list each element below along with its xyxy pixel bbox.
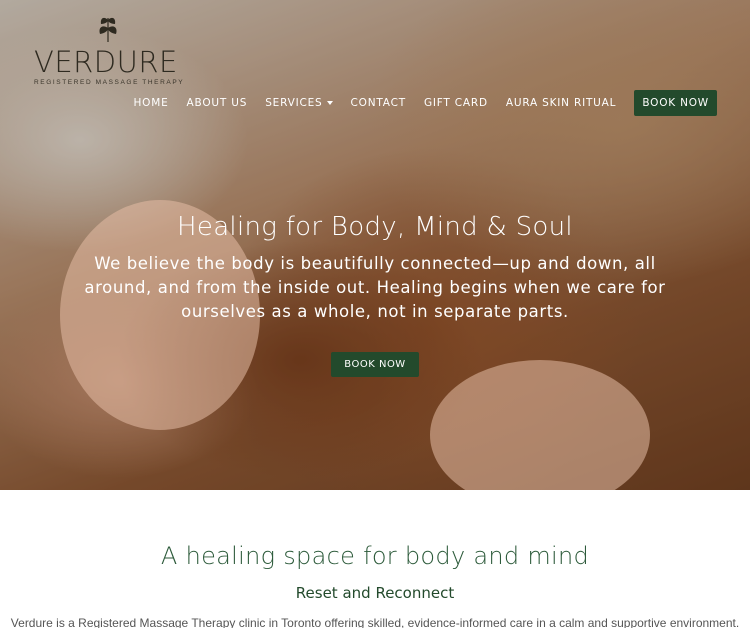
site-logo[interactable]: VERDURE Registered Massage Therapy [34,12,184,86]
nav-item-contact[interactable]: CONTACT [351,97,406,109]
hero-banner: VERDURE Registered Massage Therapy HOME … [0,0,750,490]
hero-content: Healing for Body, Mind & Soul We believe… [0,212,750,377]
nav-book-now-button[interactable]: BOOK NOW [634,90,717,116]
main-nav: HOME ABOUT US SERVICES CONTACT GIFT CARD… [115,90,717,116]
leaf-icon [99,17,117,43]
hero-book-now-button[interactable]: BOOK NOW [331,352,419,377]
hero-description: We believe the body is beautifully conne… [84,254,666,321]
logo-wordmark: VERDURE [34,45,178,79]
intro-section: A healing space for body and mind Reset … [0,490,750,628]
caret-down-icon [326,101,333,105]
nav-item-aura-skin-ritual[interactable]: AURA SKIN RITUAL [506,97,616,109]
nav-item-about-us[interactable]: ABOUT US [187,97,248,109]
intro-subtitle: Reset and Reconnect [295,584,455,602]
nav-item-gift-card[interactable]: GIFT CARD [424,97,488,109]
nav-item-services-label: SERVICES [265,97,323,109]
intro-text: Verdure is a Registered Massage Therapy … [10,616,740,628]
nav-item-services[interactable]: SERVICES [265,97,333,109]
hero-title: Healing for Body, Mind & Soul [177,212,573,242]
nav-item-home[interactable]: HOME [133,97,168,109]
logo-tagline: Registered Massage Therapy [34,79,185,86]
intro-title: A healing space for body and mind [160,542,590,570]
hero-image-hand-right [430,360,650,490]
